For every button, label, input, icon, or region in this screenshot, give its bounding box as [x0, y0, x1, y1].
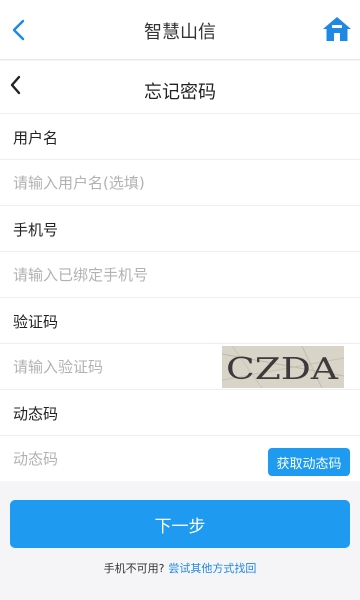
- phone-label: 手机号: [13, 221, 59, 239]
- sms-code-label-row: 动态码: [0, 389, 360, 435]
- footer-prompt: 手机不可用?: [103, 562, 165, 575]
- username-row: [0, 159, 360, 205]
- phone-label-row: 手机号: [0, 205, 360, 251]
- next-step-button[interactable]: 下一步: [10, 500, 350, 548]
- sms-code-row: 获取动态码: [0, 435, 360, 481]
- home-icon[interactable]: [322, 15, 352, 43]
- username-label-row: 用户名: [0, 113, 360, 159]
- app-title: 智慧山信: [144, 22, 216, 43]
- try-other-recovery-link[interactable]: 尝试其他方式找回: [168, 562, 256, 575]
- sms-code-label: 动态码: [13, 405, 59, 423]
- footer: 手机不可用? 尝试其他方式找回: [0, 560, 360, 576]
- phone-row: [0, 251, 360, 297]
- forgot-password-form: 用户名 手机号 验证码 CZDA 动态码 获取动态码: [0, 113, 360, 481]
- page-header: 忘记密码: [0, 61, 360, 113]
- captcha-text: CZDA: [226, 352, 338, 387]
- page-title: 忘记密码: [144, 82, 216, 103]
- sms-code-input[interactable]: [13, 436, 213, 481]
- phone-input[interactable]: [13, 252, 213, 297]
- get-sms-code-button[interactable]: 获取动态码: [268, 448, 350, 476]
- captcha-label: 验证码: [13, 313, 59, 331]
- app-header: 智慧山信: [0, 0, 360, 60]
- username-label: 用户名: [13, 129, 59, 147]
- captcha-input[interactable]: [13, 344, 213, 389]
- captcha-row: CZDA: [0, 343, 360, 389]
- username-input[interactable]: [13, 160, 213, 205]
- captcha-image-drawing: CZDA: [222, 346, 344, 388]
- captcha-label-row: 验证码: [0, 297, 360, 343]
- captcha-image[interactable]: CZDA: [222, 346, 344, 388]
